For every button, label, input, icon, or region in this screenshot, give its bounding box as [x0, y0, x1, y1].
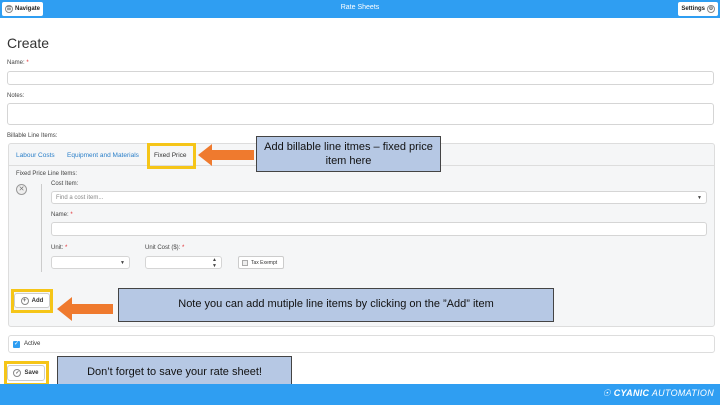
- add-callout: Note you can add mutiple line items by c…: [118, 288, 554, 322]
- required-marker: *: [26, 60, 29, 66]
- notes-field[interactable]: [7, 103, 714, 125]
- name-label: Name: *: [7, 60, 29, 66]
- footer-bar: ☉ CYANIC AUTOMATION: [0, 384, 720, 405]
- name-field[interactable]: [7, 71, 714, 85]
- tab-equipment-materials[interactable]: Equipment and Materials: [67, 152, 139, 159]
- brand-logo: ☉ CYANIC AUTOMATION: [603, 388, 714, 399]
- arrow-left-icon: [198, 144, 254, 166]
- chevron-down-icon: ▼: [120, 260, 125, 266]
- logo-icon: ☉: [602, 388, 611, 398]
- cost-item-placeholder: Find a cost item...: [56, 195, 104, 201]
- cost-item-label: Cost Item:: [51, 181, 79, 187]
- line-name-label-text: Name:: [51, 212, 69, 218]
- line-name-label: Name: *: [51, 212, 73, 218]
- remove-line-item-icon[interactable]: ✕: [16, 184, 27, 195]
- fixed-price-items-label: Fixed Price Line Items:: [16, 171, 78, 177]
- unit-select[interactable]: ▼: [51, 256, 130, 269]
- unit-cost-label: Unit Cost ($): *: [145, 245, 184, 251]
- page-title: Rate Sheets: [340, 4, 380, 11]
- unit-cost-stepper[interactable]: ▲ ▼: [145, 256, 222, 269]
- settings-label: Settings: [681, 6, 705, 12]
- unit-cost-label-text: Unit Cost ($):: [145, 245, 181, 251]
- required-marker: *: [65, 245, 68, 251]
- tax-exempt-toggle[interactable]: Tax Exempt: [238, 256, 284, 269]
- active-label: Active: [24, 341, 41, 347]
- cost-item-select[interactable]: Find a cost item... ▼: [51, 191, 707, 204]
- required-marker: *: [182, 245, 185, 251]
- billable-items-label: Billable Line Items:: [7, 133, 58, 139]
- active-checkbox[interactable]: ✓: [13, 341, 20, 348]
- gear-icon: ⚙: [707, 5, 715, 13]
- brand-name: CYANIC: [613, 388, 650, 398]
- unit-label-text: Unit:: [51, 245, 64, 251]
- settings-button[interactable]: Settings ⚙: [678, 2, 718, 16]
- notes-label: Notes:: [7, 93, 25, 99]
- brand-suffix: AUTOMATION: [651, 388, 714, 398]
- name-label-text: Name:: [7, 60, 25, 66]
- fixed-price-highlight: [147, 143, 196, 169]
- tax-exempt-label: Tax Exempt: [251, 259, 278, 266]
- unit-label: Unit: *: [51, 245, 67, 251]
- create-heading: Create: [7, 35, 50, 51]
- line-name-field[interactable]: [51, 222, 707, 236]
- tab-labour-costs[interactable]: Labour Costs: [16, 152, 55, 159]
- active-toggle-row[interactable]: ✓ Active: [8, 335, 715, 353]
- arrow-left-icon: [57, 297, 113, 321]
- tax-exempt-checkbox[interactable]: [242, 259, 248, 266]
- fixed-price-callout: Add billable line itmes – fixed price it…: [256, 136, 441, 172]
- chevron-down-icon: ▼: [697, 195, 702, 201]
- stepper-arrows-icon[interactable]: ▲ ▼: [212, 257, 217, 269]
- required-marker: *: [70, 212, 73, 218]
- save-highlight: [4, 361, 49, 386]
- add-highlight: [11, 289, 53, 313]
- top-bar: ☰ Navigate Rate Sheets Settings ⚙: [0, 0, 720, 18]
